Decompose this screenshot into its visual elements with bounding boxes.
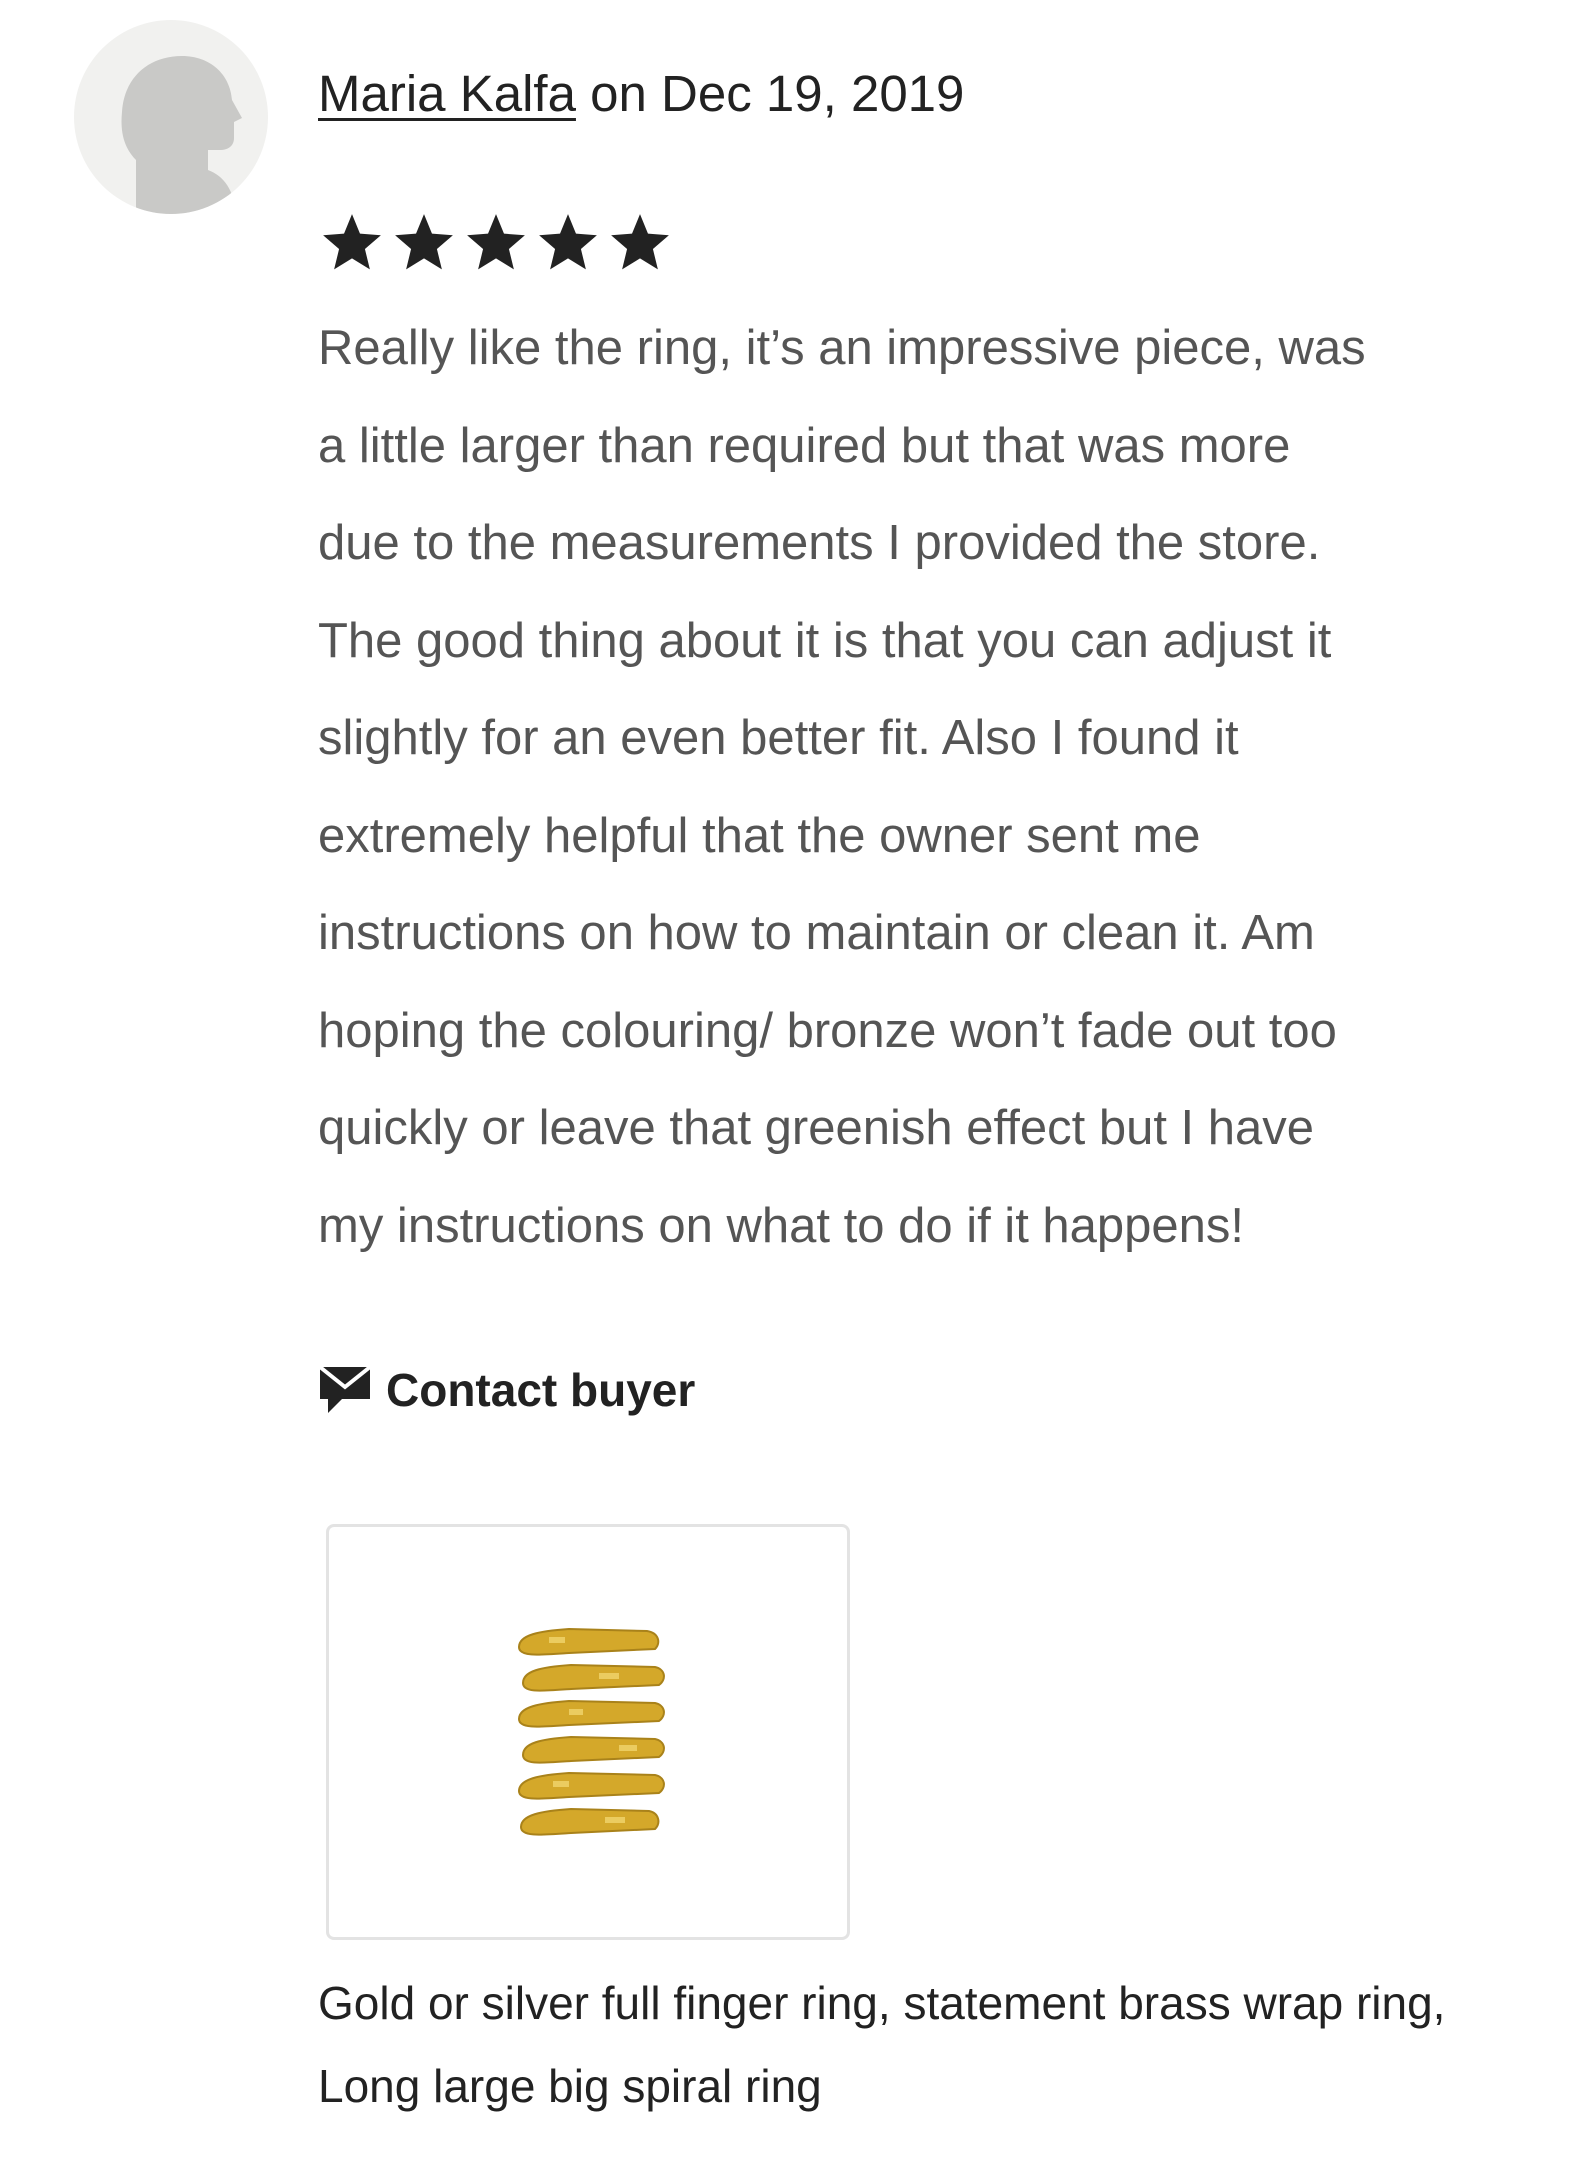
review-date: on Dec 19, 2019 <box>575 65 965 122</box>
review-text-line: extremely helpful that the owner sent me <box>318 808 1201 863</box>
star-icon <box>395 214 453 270</box>
review-text-line: a little larger than required but that w… <box>318 418 1291 473</box>
review-text-line: instructions on how to maintain or clean… <box>318 906 1315 960</box>
reviewer-name-link[interactable]: Maria Kalfa <box>318 65 576 122</box>
product-title[interactable]: Gold or silver full finger ring, stateme… <box>318 1962 1568 2128</box>
review-byline: Maria Kalfa on Dec 19, 2019 <box>318 68 964 119</box>
star-icon <box>323 214 381 270</box>
product-image-card[interactable] <box>326 1524 850 1940</box>
star-rating <box>318 210 674 276</box>
product-title-line: Gold or silver full finger ring, stateme… <box>318 1977 1446 2029</box>
review-text-line: hoping the colouring/ bronze won’t fade … <box>318 1003 1337 1058</box>
avatar[interactable] <box>74 20 268 214</box>
star-icon <box>611 214 669 270</box>
review-text-line: my instructions on what to do if it happ… <box>318 1198 1245 1253</box>
star-icon <box>539 214 597 270</box>
review-text: Really like the ring, it’s an impressive… <box>318 300 1568 1275</box>
review-text-line: The good thing about it is that you can … <box>318 613 1332 668</box>
review-text-line: quickly or leave that greenish effect bu… <box>318 1101 1315 1155</box>
user-silhouette-icon <box>121 56 242 214</box>
product-title-line: Long large big spiral ring <box>318 2060 822 2112</box>
contact-buyer-button[interactable]: Contact buyer <box>318 1363 695 1417</box>
contact-buyer-label: Contact buyer <box>386 1364 696 1416</box>
review-text-line: Really like the ring, it’s an impressive… <box>318 321 1366 375</box>
spiral-ring-image <box>517 1627 665 1836</box>
star-icon <box>467 214 525 270</box>
review-text-line: due to the measurements I provided the s… <box>318 516 1321 570</box>
envelope-icon <box>318 1365 372 1413</box>
review-text-line: slightly for an even better fit. Also I … <box>318 711 1239 765</box>
